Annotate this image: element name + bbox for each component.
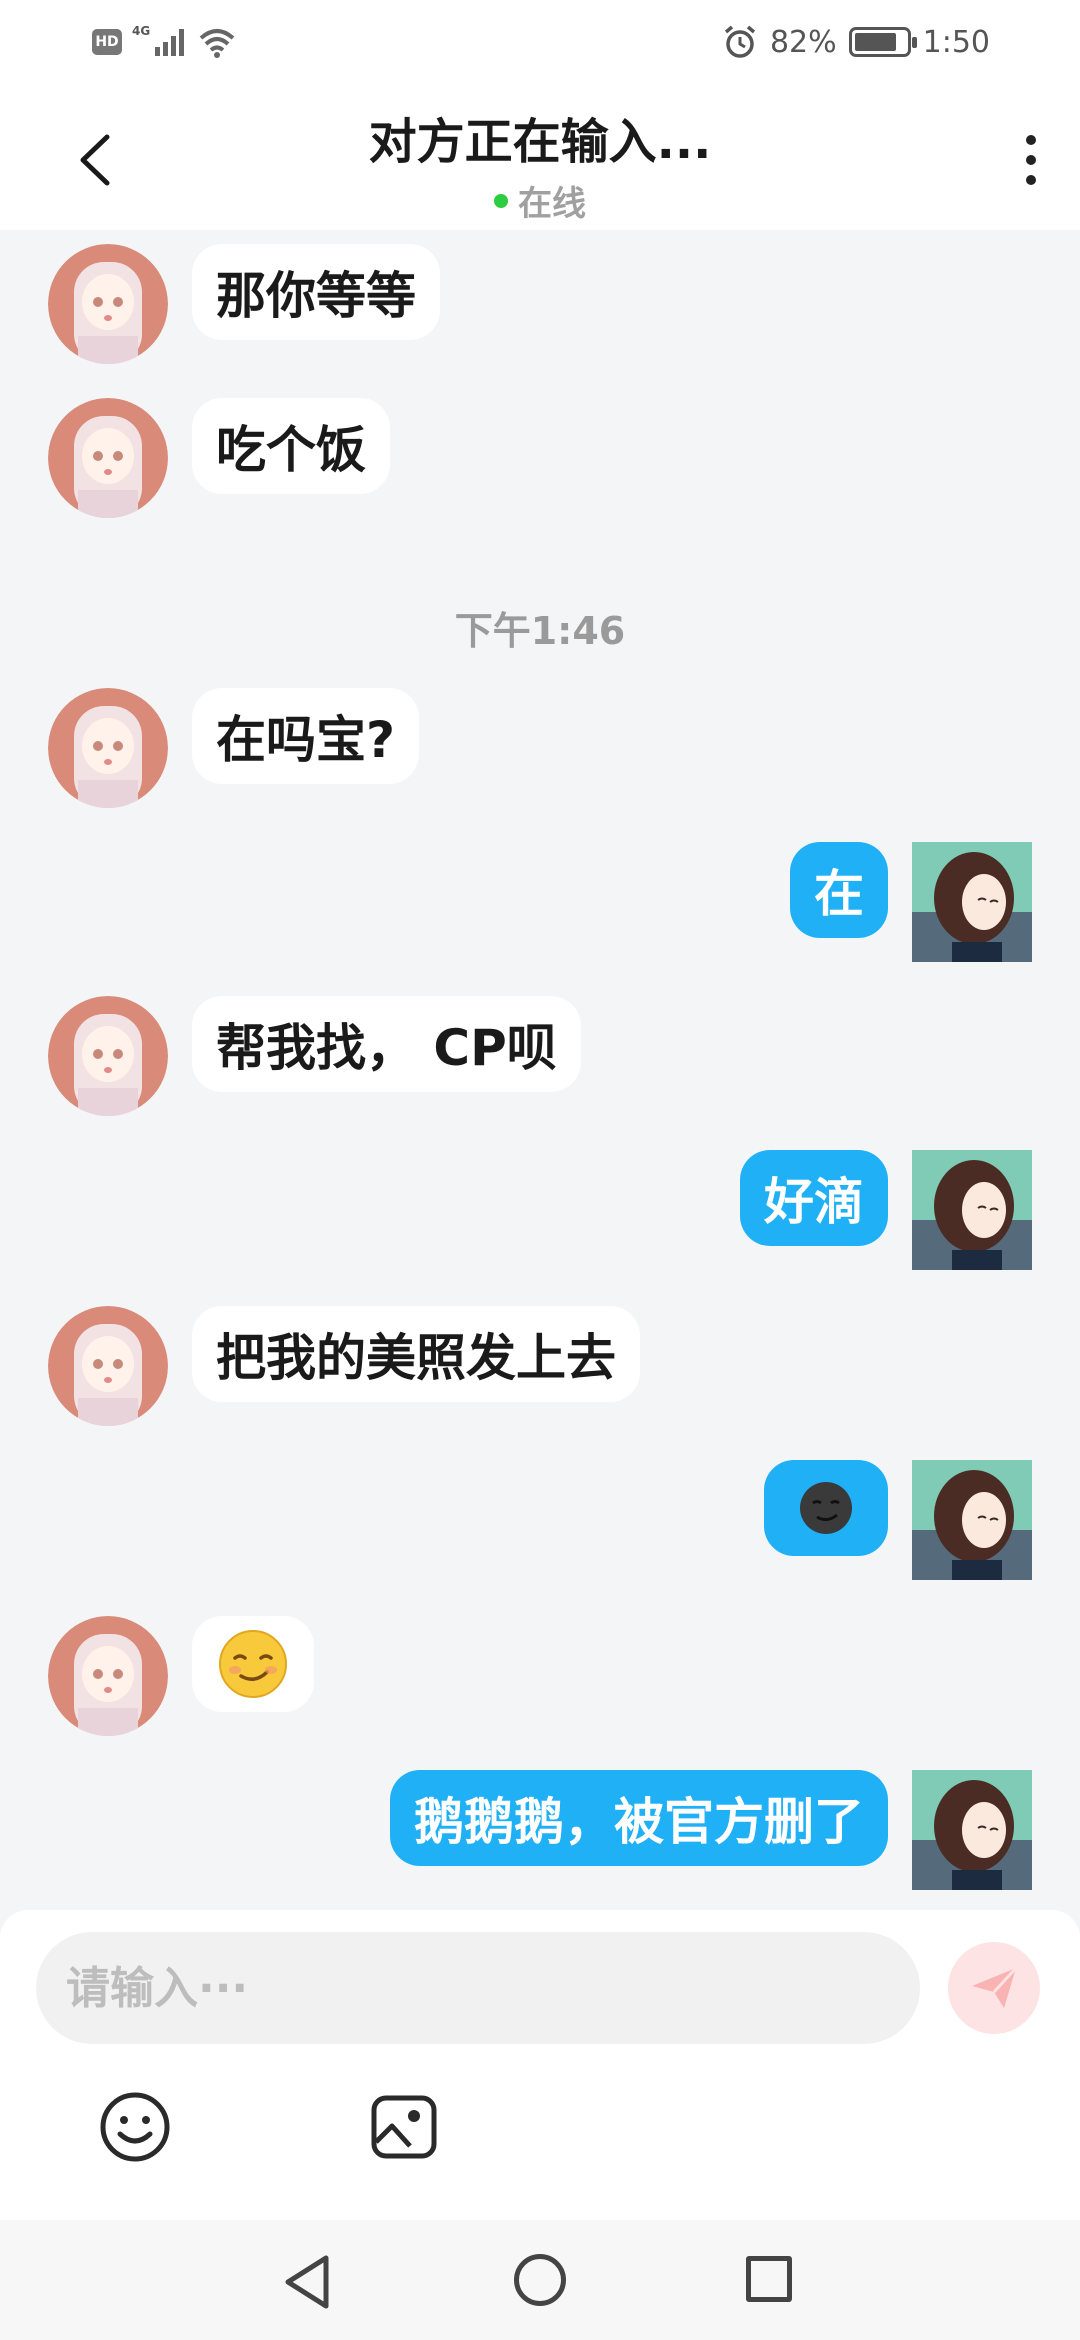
my-avatar[interactable] [912,1460,1032,1580]
more-dot-icon [1026,135,1036,145]
smirk-yellow-face-icon [219,1630,287,1698]
message-bubble-incoming[interactable]: 把我的美照发上去 [192,1306,640,1402]
message-bubble-incoming[interactable]: 吃个饭 [192,398,390,494]
battery-percent: 82% [769,24,837,60]
image-button[interactable] [370,2092,438,2162]
contact-avatar[interactable] [48,996,168,1116]
message-bubble-outgoing[interactable] [764,1460,888,1556]
send-button[interactable] [948,1942,1040,2034]
my-avatar[interactable] [912,1150,1032,1270]
online-status: 在线 [0,176,1080,225]
message-bubble-incoming[interactable]: 在吗宝? [192,688,420,784]
more-dot-icon [1026,175,1036,185]
message-bubble-outgoing[interactable]: 鹅鹅鹅，被官方删了 [390,1770,888,1866]
image-icon [371,2095,437,2159]
message-timestamp: 下午1:46 [454,609,626,653]
status-bar: HD 4G 82% 1:50 [0,0,1080,84]
composer-panel [0,1910,1080,2220]
battery-icon [848,27,917,57]
online-dot [494,193,508,208]
message-bubble-incoming[interactable] [192,1616,314,1712]
wifi-icon [199,29,235,58]
contact-avatar[interactable] [48,1616,168,1736]
nav-home-icon[interactable] [514,2254,566,2306]
emoji-icon [100,2092,170,2162]
system-nav-bar [0,2220,1080,2340]
alarm-icon [724,25,756,58]
nav-recents-icon[interactable] [746,2256,792,2302]
smirk-dark-face-icon [800,1482,852,1534]
chat-title: 对方正在输入... [368,114,712,170]
message-text: 把我的美照发上去 [216,1329,616,1387]
online-status-label: 在线 [518,184,586,224]
paper-plane-icon [972,1966,1018,2008]
chat-header: 对方正在输入... 在线 [0,84,1080,230]
message-text: 那你等等 [216,267,416,325]
message-bubble-outgoing[interactable]: 好滴 [740,1150,888,1246]
emoji-button[interactable] [98,2090,172,2164]
message-bubble-outgoing[interactable]: 在 [790,842,888,938]
status-left: HD 4G [92,24,236,60]
message-input[interactable] [36,1932,920,2044]
status-right: 82% 1:50 [722,22,990,62]
message-text: 在 [814,865,864,923]
message-text: 好滴 [764,1173,864,1231]
network-type: 4G [132,24,151,38]
clock: 1:50 [922,24,990,60]
contact-avatar[interactable] [48,1306,168,1426]
contact-avatar[interactable] [48,688,168,808]
message-text: 鹅鹅鹅，被官方删了 [414,1793,864,1851]
more-options-button[interactable] [1006,124,1056,196]
message-text: 吃个饭 [216,421,366,479]
my-avatar[interactable] [912,842,1032,962]
nav-back-icon[interactable] [282,2254,332,2310]
message-text: 在吗宝? [216,711,396,769]
contact-avatar[interactable] [48,398,168,518]
battery-fill [854,33,896,51]
message-list[interactable]: 那你等等 吃个饭 下午1:46 在吗宝? 在 帮我找， CP呗 好滴 把我的美照… [0,230,1080,1910]
more-dot-icon [1026,155,1036,165]
my-avatar[interactable] [912,1770,1032,1890]
contact-avatar[interactable] [48,244,168,364]
message-bubble-incoming[interactable]: 那你等等 [192,244,440,340]
message-text: 帮我找， CP呗 [216,1019,557,1077]
hd-badge: HD [92,29,122,55]
cell-signal-icon [155,29,185,56]
message-bubble-incoming[interactable]: 帮我找， CP呗 [192,996,581,1092]
